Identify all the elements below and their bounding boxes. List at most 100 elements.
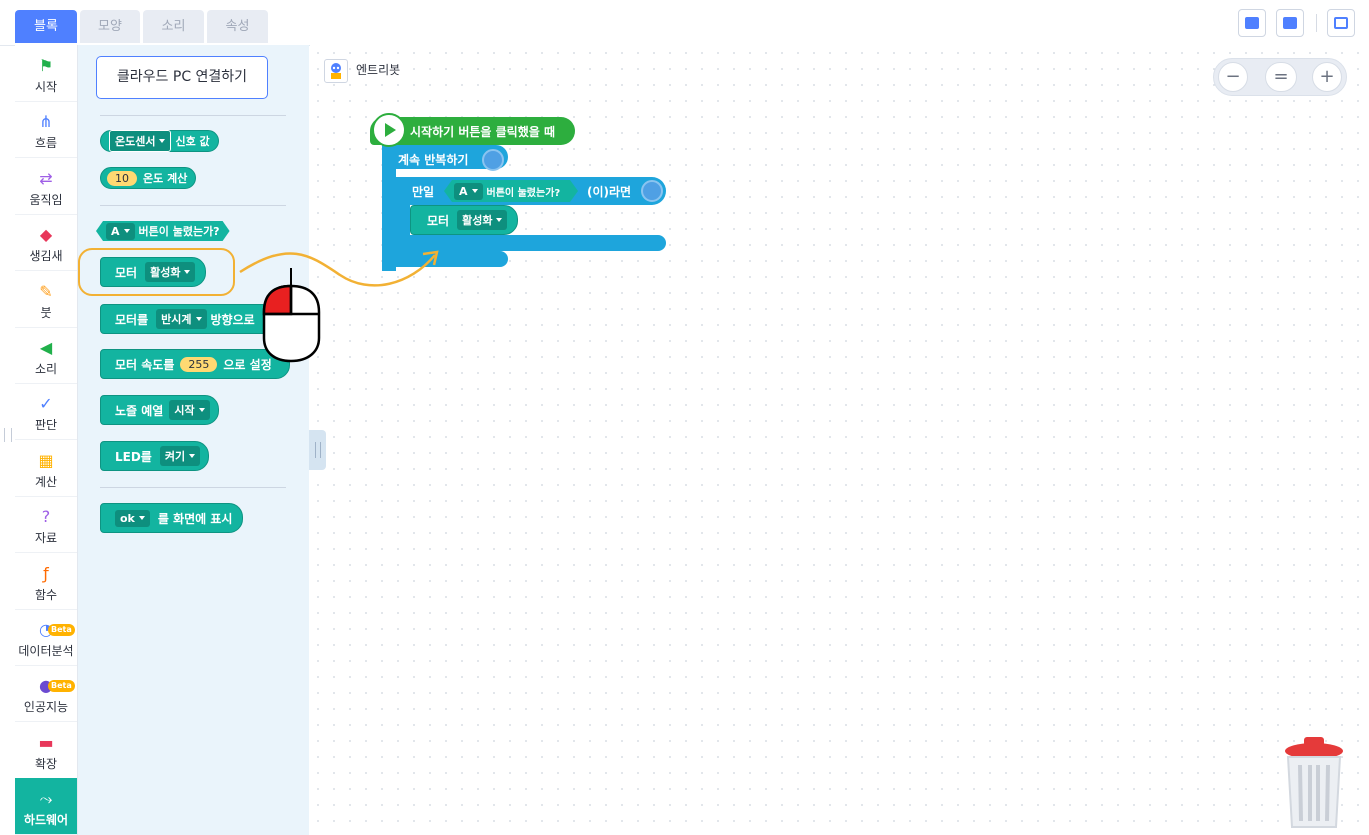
- led-dropdown[interactable]: 켜기: [159, 446, 201, 466]
- sidebar-resize-handle[interactable]: [4, 428, 12, 442]
- category-label: 하드웨어: [23, 813, 69, 828]
- ok-dropdown[interactable]: ok: [115, 509, 150, 527]
- category-brush[interactable]: ✎ 붓: [15, 271, 77, 328]
- button-dropdown[interactable]: A: [106, 223, 135, 240]
- brush-icon: ✎: [39, 281, 53, 301]
- comment-icon: [1245, 17, 1259, 29]
- palette-divider: [100, 205, 286, 206]
- category-flow[interactable]: ⋔ 흐름: [15, 101, 77, 159]
- object-name: 엔트리봇: [356, 63, 401, 77]
- category-sound[interactable]: ◀ 소리: [15, 327, 77, 384]
- trash-can-icon[interactable]: [1282, 735, 1346, 831]
- inner-motor-label: 모터: [427, 213, 450, 228]
- show-on-screen-label: 를 화면에 표시: [157, 511, 233, 526]
- beta-badge: Beta: [48, 680, 75, 693]
- palette-divider: [100, 115, 286, 116]
- zoom-reset-button[interactable]: =: [1265, 62, 1297, 92]
- category-sidebar: ⚑ 시작 ⋔ 흐름 ⇄ 움직임 ◆ 생김새 ✎ 붓 ◀ 소리 ✓ 판단 ▦ 계산? 자료 ƒ 함수 ◔ Beta 데이터분…: [15, 45, 78, 835]
- button-pressed-block[interactable]: A 버튼이 눌렸는가?: [96, 221, 230, 241]
- if-button-dropdown[interactable]: A: [454, 183, 483, 200]
- add-comment-icon: [1283, 17, 1297, 29]
- code-canvas[interactable]: 엔트리봇 − = + 계속 반복하기 만일 A 버튼이 눌렸는가? (이)라면 …: [310, 45, 1369, 835]
- palette-collapse-handle[interactable]: [309, 430, 326, 470]
- forever-loop-label: 계속 반복하기: [398, 153, 469, 167]
- tab-properties[interactable]: 속성: [207, 10, 268, 43]
- toolbar-divider: [1316, 14, 1317, 32]
- category-extension[interactable]: ▬ 확장: [15, 722, 77, 779]
- flow-icon: [641, 180, 663, 202]
- motor-speed-number[interactable]: 255: [180, 356, 218, 372]
- category-judgement[interactable]: ✓ 판단: [15, 383, 77, 441]
- beta-badge: Beta: [48, 624, 75, 636]
- tab-shapes[interactable]: 모양: [80, 10, 140, 43]
- category-flag[interactable]: ⚑ 시작: [15, 45, 77, 102]
- flag-icon: ⚑: [38, 56, 54, 75]
- sensor-value-block[interactable]: 온도센서 신호 값: [100, 130, 219, 152]
- top-bar: 블록 모양 소리 속성: [0, 0, 1369, 46]
- category-move[interactable]: ⇄ 움직임: [15, 158, 77, 215]
- mouse-click-icon: [262, 268, 321, 363]
- category-label: 자료: [34, 531, 58, 546]
- add-comment-button[interactable]: [1276, 9, 1304, 37]
- judgement-icon: ✓: [39, 394, 53, 414]
- category-looks[interactable]: ◆ 생김새: [15, 214, 77, 272]
- tab-blocks[interactable]: 블록: [15, 10, 77, 43]
- highlight-outline: [78, 248, 235, 296]
- category-label: 움직임: [29, 192, 63, 207]
- sensor-value-label: 신호 값: [175, 135, 210, 148]
- category-ai[interactable]: ● Beta 인공지능: [15, 665, 77, 723]
- category-function[interactable]: ƒ 함수: [15, 553, 77, 610]
- storage-button[interactable]: [1327, 9, 1355, 37]
- play-icon: [372, 113, 406, 147]
- category-label: 함수: [34, 587, 58, 602]
- if-condition-block[interactable]: A 버튼이 눌렸는가?: [444, 180, 578, 202]
- category-label: 흐름: [34, 136, 58, 151]
- calc-icon: ▦: [38, 450, 54, 470]
- button-pressed-label: 버튼이 눌렸는가?: [138, 225, 220, 238]
- if-label: 만일: [412, 185, 435, 199]
- flow-icon: [482, 149, 504, 171]
- nozzle-preheat-dropdown[interactable]: 시작: [169, 400, 210, 420]
- start-event-label: 시작하기 버튼을 클릭했을 때: [410, 124, 556, 139]
- grip-icon: [315, 442, 321, 458]
- comment-button[interactable]: [1238, 9, 1266, 37]
- temperature-calc-label: 온도 계산: [143, 172, 188, 185]
- zoom-out-button[interactable]: −: [1218, 62, 1248, 92]
- motor-direction-prefix: 모터를: [115, 312, 149, 327]
- palette-divider: [100, 487, 286, 488]
- show-on-screen-block[interactable]: ok 를 화면에 표시: [100, 503, 244, 533]
- inner-motor-dropdown[interactable]: 활성화: [457, 210, 508, 230]
- nozzle-preheat-block[interactable]: 노즐 예열 시작: [100, 395, 219, 425]
- category-data[interactable]: ? 자료: [15, 496, 77, 554]
- category-label: 계산: [34, 474, 58, 489]
- zoom-in-button[interactable]: +: [1312, 62, 1342, 92]
- temperature-calc-block[interactable]: 10 온도 계산: [100, 167, 197, 189]
- category-label: 판단: [34, 418, 58, 433]
- category-chart[interactable]: ◔ Beta 데이터분석: [15, 609, 77, 666]
- led-block[interactable]: LED를 켜기: [100, 441, 210, 471]
- temperature-number[interactable]: 10: [107, 170, 137, 186]
- motor-direction-dropdown[interactable]: 반시계: [156, 309, 207, 329]
- nozzle-preheat-label: 노즐 예열: [115, 403, 164, 418]
- category-label: 붓: [40, 305, 52, 320]
- category-label: 시작: [34, 80, 58, 94]
- storage-icon: [1334, 17, 1348, 29]
- category-calc[interactable]: ▦ 계산: [15, 440, 77, 497]
- if-suffix-label: (이)라면: [587, 185, 632, 199]
- extension-icon: ▬: [38, 732, 54, 752]
- function-icon: ƒ: [43, 563, 49, 583]
- move-icon: ⇄: [39, 168, 53, 188]
- led-label: LED를: [115, 449, 152, 464]
- sensor-dropdown[interactable]: 온도센서: [109, 130, 172, 152]
- motor-activate-script-block[interactable]: 모터 활성화: [410, 205, 519, 235]
- category-label: 확장: [34, 756, 58, 771]
- zoom-controls: − = +: [1213, 58, 1347, 96]
- block-palette: 클라우드 PC 연결하기 온도센서 신호 값 10 온도 계산 A 버튼이 눌렸…: [78, 45, 309, 835]
- entrybot-object-icon[interactable]: [324, 59, 348, 83]
- if-condition-label: 버튼이 눌렸는가?: [486, 187, 561, 199]
- category-hardware[interactable]: ⤳ 하드웨어: [15, 778, 77, 835]
- data-icon: ?: [41, 507, 51, 527]
- motor-speed-prefix: 모터 속도를: [115, 357, 175, 372]
- cloud-pc-connect-button[interactable]: 클라우드 PC 연결하기: [96, 56, 268, 99]
- tab-sounds[interactable]: 소리: [143, 10, 204, 43]
